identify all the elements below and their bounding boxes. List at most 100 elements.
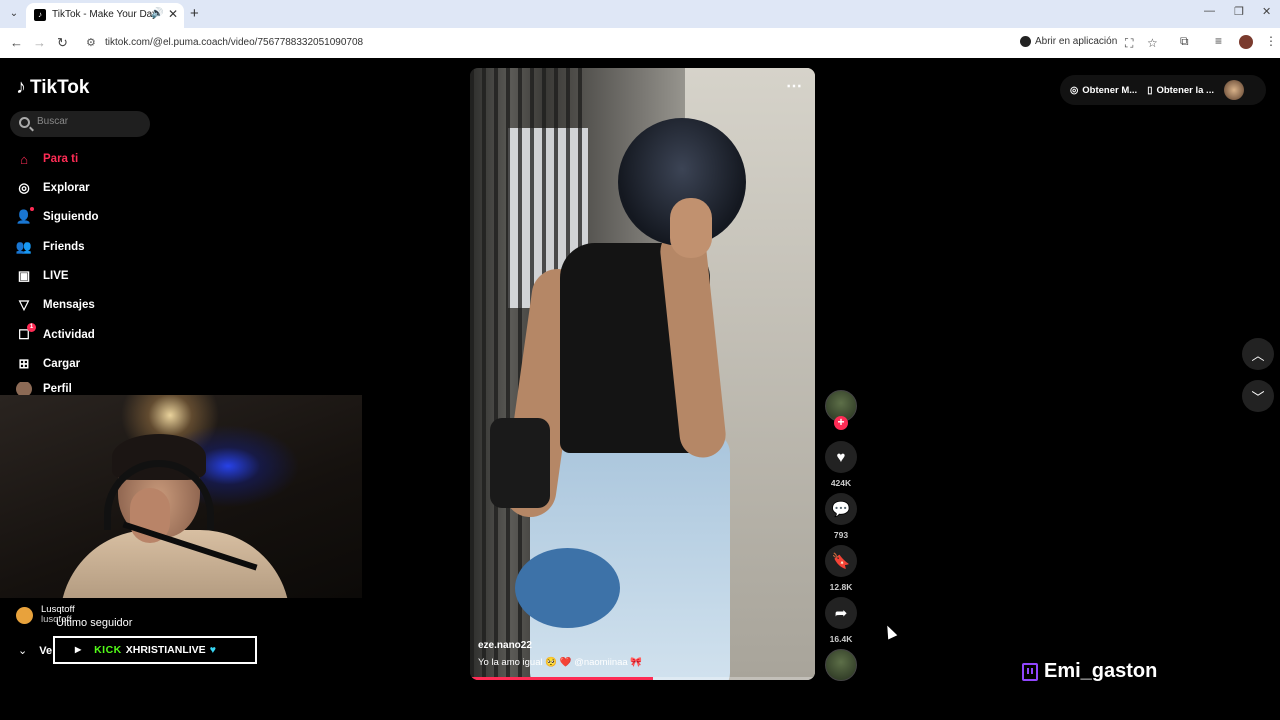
menu-kebab-icon[interactable]: ⋮ — [1265, 34, 1277, 48]
site-info-icon[interactable]: ⚙ — [86, 36, 96, 49]
user-avatar[interactable] — [1223, 80, 1244, 100]
comment-count: 793 — [833, 530, 849, 540]
browser-profile-avatar[interactable] — [1239, 35, 1253, 49]
get-coins-label: Obtener M... — [1082, 84, 1138, 96]
minimize-icon[interactable]: — — [1204, 5, 1215, 17]
browser-tab-strip: ⌄ ♪ TikTok - Make Your Day 🔊 ✕ + — ❐ ✕ — [0, 0, 1280, 28]
sidebar-item-para-ti[interactable]: ⌂ Para ti — [16, 148, 156, 170]
next-video-button[interactable]: ﹀ — [1242, 380, 1274, 412]
audio-playing-icon[interactable]: 🔊 — [151, 8, 163, 19]
tab-search-icon[interactable]: ⌄ — [6, 6, 22, 22]
url-text[interactable]: tiktok.com/@el.puma.coach/video/75677883… — [105, 37, 363, 48]
phone-icon: ▯ — [1147, 84, 1153, 96]
bookmark-icon: 🔖 — [831, 553, 851, 570]
share-icon: ➦ — [834, 605, 848, 622]
sidebar-item-live[interactable]: ▣ LIVE — [16, 265, 156, 287]
play-arrow-icon: ▶ — [75, 645, 82, 654]
forward-icon[interactable]: → — [33, 35, 46, 50]
tiktok-favicon-icon: ♪ — [34, 9, 46, 21]
twitch-icon — [1022, 662, 1038, 681]
browser-toolbar: ← → ↻ ⚙ tiktok.com/@el.puma.coach/video/… — [0, 28, 1280, 58]
browser-tab[interactable]: ♪ TikTok - Make Your Day 🔊 ✕ — [26, 3, 184, 28]
tab-title: TikTok - Make Your Day — [52, 9, 158, 20]
user-follow-icon: 👤 — [15, 207, 34, 224]
bookmark-star-icon[interactable]: ☆ — [1147, 36, 1158, 50]
streamer-figure — [60, 434, 290, 598]
share-button[interactable]: ➦ — [825, 597, 857, 629]
send-icon: ▽ — [19, 297, 29, 312]
kick-channel-banner: ▶ KICK XHRISTIANLIVE ♥ — [53, 636, 257, 664]
twitch-username: Emi_gaston — [1044, 660, 1158, 682]
sidebar-item-label: Para ti — [43, 153, 79, 165]
home-icon: ⌂ — [20, 151, 28, 167]
chevron-down-icon: ﹀ — [1251, 389, 1265, 405]
sidebar-item-friends[interactable]: 👥 Friends — [16, 236, 156, 258]
see-more-label: Ve — [39, 644, 53, 657]
last-follower-label: Último seguidor — [56, 617, 133, 629]
kick-channel-name: XHRISTIANLIVE — [125, 644, 206, 656]
upload-icon: ⊞ — [18, 356, 30, 371]
search-icon — [19, 117, 30, 128]
sidebar-item-label: Mensajes — [43, 299, 95, 311]
sidebar-item-perfil[interactable]: Perfil — [16, 382, 156, 396]
music-disc-avatar[interactable] — [825, 649, 857, 681]
get-app-button[interactable]: ▯ Obtener la ... — [1147, 85, 1214, 96]
see-more-row[interactable]: ⌄ Ve — [18, 644, 53, 658]
sidebar-item-label: LIVE — [43, 270, 69, 282]
video-scene-hand — [670, 198, 712, 258]
save-count: 12.8K — [829, 582, 853, 592]
video-player[interactable]: ⋯ eze.nano22 Yo la amo igual 🥺 ❤️ @naomi… — [470, 68, 815, 680]
live-icon: ▣ — [17, 268, 31, 283]
get-app-label: Obtener la ... — [1156, 84, 1214, 96]
chevron-up-icon: ︿ — [1251, 347, 1265, 363]
window-close-icon[interactable]: ✕ — [1262, 5, 1271, 18]
video-progress-bar[interactable] — [470, 677, 815, 680]
search-box[interactable] — [10, 111, 150, 137]
follow-plus-icon[interactable]: + — [834, 416, 848, 430]
tiktok-logo[interactable]: ♪ TikTok — [16, 76, 89, 99]
sidebar-item-siguiendo[interactable]: 👤 Siguiendo — [16, 206, 156, 228]
sidebar-item-label: Siguiendo — [43, 211, 99, 223]
streamer-webcam — [0, 395, 362, 598]
top-right-actions: ◎ Obtener M... ▯ Obtener la ... — [1060, 75, 1266, 105]
video-author[interactable]: eze.nano22 — [478, 640, 532, 651]
activity-icon: ☐ 1 — [16, 323, 36, 343]
translate-icon[interactable]: ⛶ — [1125, 36, 1133, 51]
new-tab-icon[interactable]: + — [190, 5, 199, 22]
sidebar-item-label: Actividad — [43, 329, 95, 341]
like-button[interactable]: ♥ — [825, 441, 857, 473]
logo-text: TikTok — [30, 76, 90, 98]
search-input[interactable] — [37, 116, 142, 127]
get-coins-button[interactable]: ◎ Obtener M... — [1070, 85, 1137, 96]
more-options-icon[interactable]: ⋯ — [786, 76, 803, 96]
coin-icon: ◎ — [1070, 84, 1079, 96]
sidebar-item-cargar[interactable]: ⊞ Cargar — [16, 353, 156, 375]
save-button[interactable]: 🔖 — [825, 545, 857, 577]
profile-avatar — [16, 382, 32, 396]
open-in-app-button[interactable]: Abrir en aplicación — [1020, 36, 1117, 47]
close-tab-icon[interactable]: ✕ — [168, 7, 178, 21]
extensions-icon[interactable]: ⧉ — [1180, 34, 1189, 49]
app-icon — [1020, 36, 1031, 47]
previous-video-button[interactable]: ︿ — [1242, 338, 1274, 370]
sidebar-item-actividad[interactable]: ☐ 1 Actividad — [16, 323, 156, 346]
restore-icon[interactable]: ❐ — [1234, 5, 1244, 18]
media-control-icon[interactable]: ≡ — [1215, 34, 1222, 48]
sidebar-item-label: Cargar — [43, 358, 81, 370]
video-scene-bag — [490, 418, 550, 508]
open-in-app-label: Abrir en aplicación — [1035, 36, 1118, 47]
reload-icon[interactable]: ↻ — [57, 35, 68, 51]
like-count: 424K — [830, 478, 852, 488]
sidebar-item-label: Perfil — [43, 383, 72, 395]
activity-badge: 1 — [27, 323, 36, 332]
comment-icon: 💬 — [831, 501, 851, 518]
sidebar-item-mensajes[interactable]: ▽ Mensajes — [16, 294, 156, 316]
twitch-name-overlay: Emi_gaston — [1022, 660, 1157, 683]
back-icon[interactable]: ← — [10, 35, 23, 50]
heart-icon: ♥ — [209, 644, 216, 656]
video-scene-cap — [515, 548, 620, 628]
comment-button[interactable]: 💬 — [825, 493, 857, 525]
heart-icon: ♥ — [836, 448, 846, 466]
address-bar[interactable]: ⚙ tiktok.com/@el.puma.coach/video/756778… — [80, 31, 1175, 55]
sidebar-item-explorar[interactable]: ◎ Explorar — [16, 177, 156, 199]
